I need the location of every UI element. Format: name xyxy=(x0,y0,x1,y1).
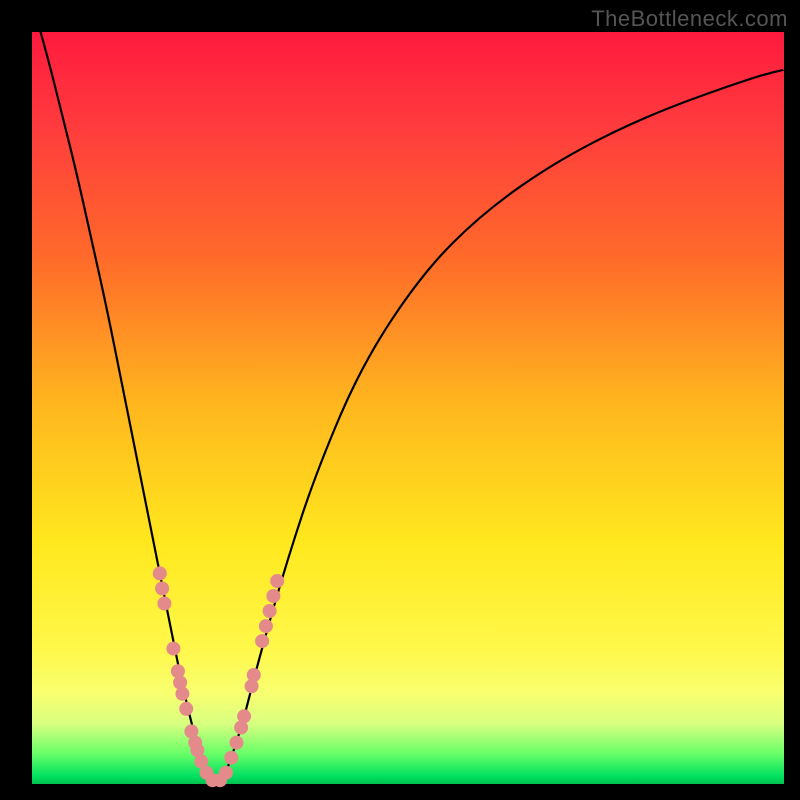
curve-marker xyxy=(230,736,244,750)
curve-marker xyxy=(255,634,269,648)
curve-markers xyxy=(153,566,284,787)
curve-marker xyxy=(259,619,273,633)
curve-marker xyxy=(224,751,238,765)
curve-marker xyxy=(266,589,280,603)
curve-marker xyxy=(166,642,180,656)
curve-marker xyxy=(157,597,171,611)
plot-area xyxy=(32,32,784,784)
watermark-text: TheBottleneck.com xyxy=(591,6,788,32)
curve-marker xyxy=(247,668,261,682)
curve-marker xyxy=(155,582,169,596)
curve-marker xyxy=(153,566,167,580)
chart-frame: TheBottleneck.com xyxy=(0,0,800,800)
curve-marker xyxy=(263,604,277,618)
bottleneck-curve-svg xyxy=(32,32,784,784)
curve-marker xyxy=(219,766,233,780)
curve-marker xyxy=(237,709,251,723)
curve-marker xyxy=(270,574,284,588)
bottleneck-curve xyxy=(32,2,784,784)
curve-marker xyxy=(175,687,189,701)
curve-marker xyxy=(179,702,193,716)
